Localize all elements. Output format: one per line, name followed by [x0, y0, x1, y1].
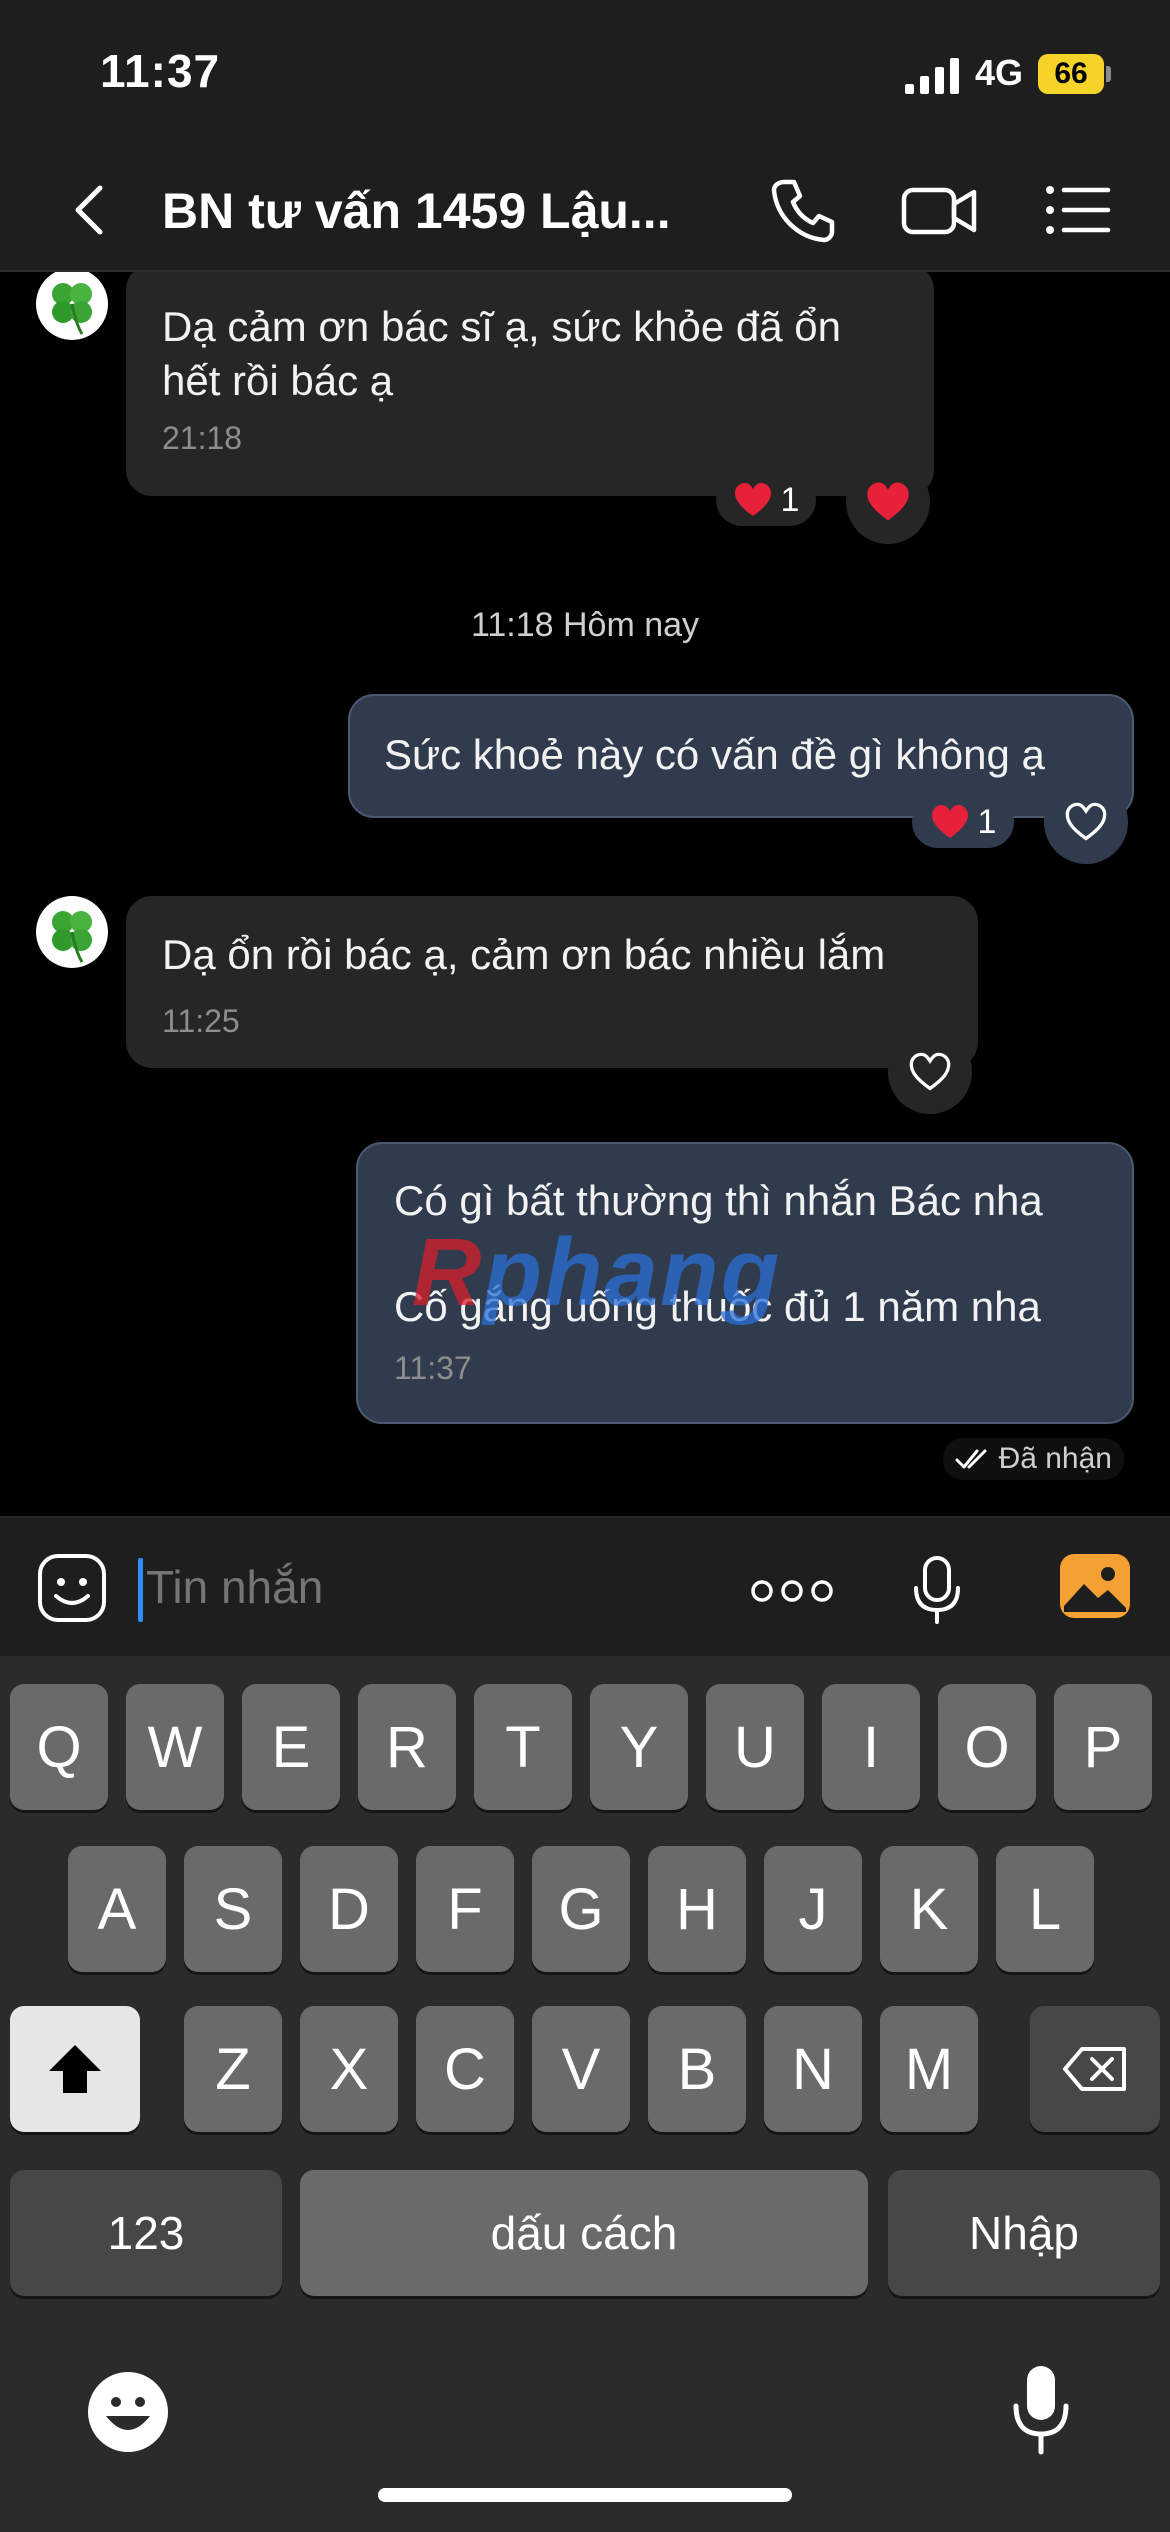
key[interactable]: O [938, 1684, 1036, 1810]
gallery-image-icon[interactable] [1058, 1552, 1132, 1620]
message-time: 21:18 [162, 420, 243, 456]
on-screen-keyboard: QWERTYUIOP ASDFGHJKL ZXCVBNM 123 dấu các… [0, 1656, 1170, 2532]
message-list[interactable]: Dạ cảm ơn bác sĩ ạ, sức khỏe đã ổn hết r… [0, 272, 1170, 1516]
message-text-line: hết rồi bác ạ [162, 357, 394, 404]
key[interactable]: N [764, 2006, 862, 2132]
heart-outline-icon [1065, 802, 1107, 841]
key[interactable]: S [184, 1846, 282, 1972]
message-time: 11:25 [162, 1003, 240, 1039]
key[interactable]: L [996, 1846, 1094, 1972]
status-bar: 11:37 4G 66 [0, 0, 1170, 148]
composer-bar [0, 1516, 1170, 1656]
reaction-count: 1 [780, 480, 800, 519]
message-text-line: Sức khoẻ này có vấn đề gì không ạ [384, 731, 1045, 778]
back-arrow-icon[interactable] [60, 178, 120, 242]
key[interactable]: C [416, 2006, 514, 2132]
heart-icon [931, 805, 968, 838]
key[interactable]: D [300, 1846, 398, 1972]
signal-icon [905, 58, 959, 94]
backspace-icon [1063, 2047, 1126, 2091]
react-button[interactable] [846, 460, 930, 544]
space-key[interactable]: dấu cách [300, 2170, 868, 2296]
battery-tip [1106, 66, 1111, 82]
delivery-status-text: Đã nhận [998, 1442, 1112, 1475]
reaction-count-badge[interactable]: 1 [912, 796, 1014, 848]
key[interactable]: T [474, 1684, 572, 1810]
dictation-microphone-icon[interactable] [1010, 2362, 1072, 2458]
sticker-emoji-icon[interactable] [36, 1552, 108, 1624]
message-input[interactable] [146, 1560, 706, 1614]
numbers-key[interactable]: 123 [10, 2170, 282, 2296]
more-options-icon[interactable] [750, 1576, 834, 1606]
heart-outline-icon [909, 1052, 951, 1091]
chat-header: BN tư vấn 1459 Lậu... [0, 148, 1170, 272]
key[interactable]: P [1054, 1684, 1152, 1810]
date-separator: 11:18 Hôm nay [470, 606, 700, 644]
key[interactable]: Y [590, 1684, 688, 1810]
shift-key[interactable] [10, 2006, 140, 2132]
contact-avatar[interactable] [36, 896, 108, 968]
watermark-logo: Rphang [412, 1219, 782, 1326]
react-button[interactable] [1044, 780, 1128, 864]
react-button[interactable] [888, 1030, 972, 1114]
reaction-count: 1 [977, 802, 997, 841]
message-text-line: Dạ ổn rồi bác ạ, cảm ơn bác nhiều lắm [162, 931, 886, 978]
home-indicator [378, 2488, 792, 2502]
key[interactable]: G [532, 1846, 630, 1972]
message-bubble[interactable]: Dạ ổn rồi bác ạ, cảm ơn bác nhiều lắm 11… [126, 896, 978, 1068]
key[interactable]: Q [10, 1684, 108, 1810]
emoji-keyboard-icon[interactable] [86, 2370, 170, 2454]
key[interactable]: M [880, 2006, 978, 2132]
key[interactable]: R [358, 1684, 456, 1810]
battery-icon: 66 [1038, 54, 1104, 94]
network-type: 4G [975, 52, 1024, 93]
status-time: 11:37 [100, 45, 221, 97]
phone-icon[interactable] [764, 172, 840, 248]
key[interactable]: U [706, 1684, 804, 1810]
heart-icon [734, 483, 771, 516]
key[interactable]: I [822, 1684, 920, 1810]
key[interactable]: B [648, 2006, 746, 2132]
text-cursor [138, 1558, 143, 1622]
microphone-icon[interactable] [910, 1554, 964, 1626]
key[interactable]: Z [184, 2006, 282, 2132]
delivery-status: Đã nhận [942, 1438, 1124, 1480]
clover-icon [52, 283, 92, 335]
clover-icon [52, 911, 92, 963]
chat-title[interactable]: BN tư vấn 1459 Lậu... [162, 182, 682, 240]
key[interactable]: J [764, 1846, 862, 1972]
message-time: 11:37 [394, 1350, 472, 1386]
key[interactable]: H [648, 1846, 746, 1972]
key[interactable]: F [416, 1846, 514, 1972]
video-call-icon[interactable] [900, 172, 980, 248]
key[interactable]: K [880, 1846, 978, 1972]
menu-list-icon[interactable] [1040, 172, 1116, 248]
message-bubble[interactable]: Sức khoẻ này có vấn đề gì không ạ [348, 694, 1134, 818]
heart-filled-icon [867, 482, 909, 521]
double-check-icon [955, 1449, 987, 1469]
contact-avatar[interactable] [36, 272, 108, 340]
key[interactable]: W [126, 1684, 224, 1810]
key[interactable]: E [242, 1684, 340, 1810]
message-bubble[interactable]: Dạ cảm ơn bác sĩ ạ, sức khỏe đã ổn hết r… [126, 272, 934, 496]
key[interactable]: X [300, 2006, 398, 2132]
key[interactable]: V [532, 2006, 630, 2132]
key[interactable]: A [68, 1846, 166, 1972]
enter-key[interactable]: Nhập [888, 2170, 1160, 2296]
message-text-line: Dạ cảm ơn bác sĩ ạ, sức khỏe đã ổn [162, 303, 841, 350]
shift-arrow-icon [49, 2045, 101, 2093]
backspace-key[interactable] [1030, 2006, 1160, 2132]
reaction-count-badge[interactable]: 1 [716, 474, 816, 526]
